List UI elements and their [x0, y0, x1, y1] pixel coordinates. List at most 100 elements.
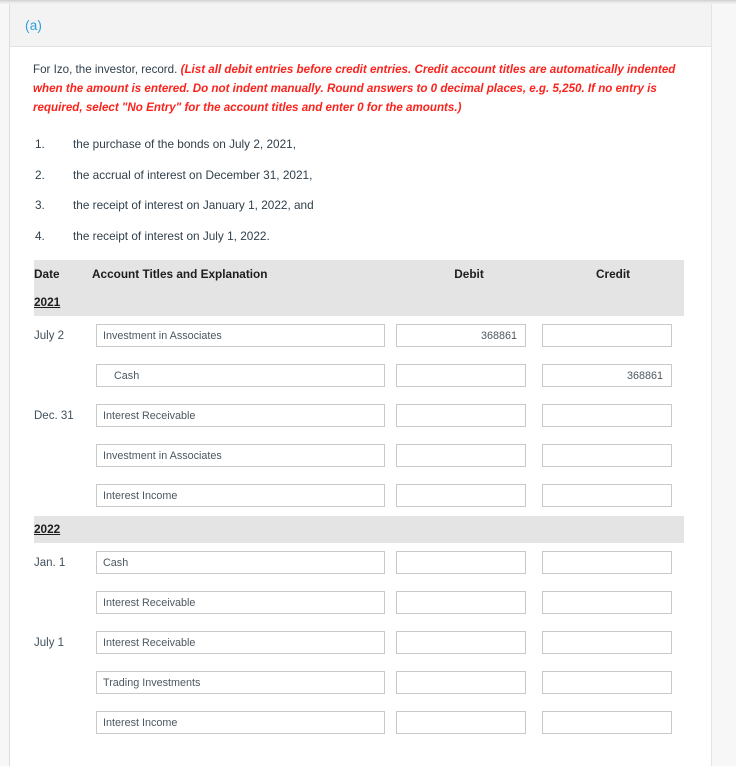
account-title-cell	[92, 396, 396, 436]
debit-amount-input[interactable]	[396, 711, 526, 735]
credit-amount-input[interactable]	[542, 551, 672, 575]
debit-amount-input[interactable]	[396, 591, 526, 615]
journal-header-row: Date Account Titles and Explanation Debi…	[34, 259, 684, 289]
column-header-debit: Debit	[396, 259, 542, 289]
requirement-item: 4. the receipt of interest on July 1, 202…	[10, 229, 711, 243]
requirement-text: the purchase of the bonds on July 2, 202…	[73, 137, 296, 152]
account-title-input[interactable]	[96, 591, 385, 615]
requirements-list: 1. the purchase of the bonds on July 2, 2…	[10, 137, 711, 243]
journal-entry-row	[34, 476, 684, 516]
column-header-account: Account Titles and Explanation	[92, 259, 396, 289]
debit-amount-input[interactable]	[396, 404, 526, 428]
account-title-cell	[92, 356, 396, 396]
journal-entry-row: Jan. 1	[34, 543, 684, 583]
year-row-2021: 2021	[34, 288, 684, 316]
account-title-input[interactable]	[96, 631, 385, 655]
year-row-spacer	[396, 288, 542, 316]
entry-date	[34, 476, 92, 516]
credit-amount-cell	[542, 543, 684, 583]
year-row-spacer	[92, 515, 396, 543]
year-row-spacer	[396, 515, 542, 543]
journal-entry-row	[34, 356, 684, 396]
credit-amount-cell	[542, 476, 684, 516]
credit-amount-cell	[542, 623, 684, 663]
debit-amount-cell	[396, 623, 542, 663]
instructions-block: For Izo, the investor, record. (List all…	[10, 47, 711, 117]
debit-amount-cell	[396, 663, 542, 703]
journal-entry-row	[34, 436, 684, 476]
debit-amount-cell	[396, 703, 542, 743]
requirement-item: 1. the purchase of the bonds on July 2, 2…	[10, 137, 711, 151]
account-title-cell	[92, 583, 396, 623]
credit-amount-cell	[542, 663, 684, 703]
entry-date: Jan. 1	[34, 556, 66, 569]
requirement-number: 3.	[35, 198, 45, 213]
credit-amount-input[interactable]	[542, 364, 672, 388]
journal-entry-row: July 2	[34, 316, 684, 356]
account-title-input[interactable]	[96, 671, 385, 695]
debit-amount-cell	[396, 476, 542, 516]
year-row-spacer	[542, 288, 684, 316]
column-header-date: Date	[34, 259, 92, 289]
debit-amount-cell	[396, 316, 542, 356]
debit-amount-input[interactable]	[396, 444, 526, 468]
journal-entry-table: Date Account Titles and Explanation Debi…	[34, 259, 684, 743]
account-title-input[interactable]	[96, 364, 385, 388]
year-row-2022-label: 2022	[34, 515, 92, 543]
debit-amount-input[interactable]	[396, 324, 526, 348]
credit-amount-input[interactable]	[542, 671, 672, 695]
credit-amount-cell	[542, 436, 684, 476]
account-title-cell	[92, 623, 396, 663]
credit-amount-input[interactable]	[542, 484, 672, 508]
account-title-input[interactable]	[96, 404, 385, 428]
debit-amount-cell	[396, 356, 542, 396]
debit-amount-input[interactable]	[396, 364, 526, 388]
debit-amount-input[interactable]	[396, 631, 526, 655]
entry-date	[34, 663, 92, 703]
part-label[interactable]: (a)	[25, 18, 42, 33]
requirement-item: 2. the accrual of interest on December 31…	[10, 168, 711, 182]
account-title-input[interactable]	[96, 444, 385, 468]
journal-entry-row	[34, 583, 684, 623]
credit-amount-input[interactable]	[542, 631, 672, 655]
entry-date	[34, 436, 92, 476]
credit-amount-input[interactable]	[542, 444, 672, 468]
requirement-number: 4.	[35, 228, 45, 243]
credit-amount-input[interactable]	[542, 404, 672, 428]
entry-date	[34, 583, 92, 623]
account-title-cell	[92, 476, 396, 516]
journal-entry-row: July 1	[34, 623, 684, 663]
debit-amount-input[interactable]	[396, 671, 526, 695]
account-title-input[interactable]	[96, 484, 385, 508]
entry-date: Dec. 31	[34, 409, 74, 422]
debit-amount-cell	[396, 583, 542, 623]
question-card: (a) For Izo, the investor, record. (List…	[9, 4, 712, 766]
requirement-text: the accrual of interest on December 31, …	[73, 167, 313, 182]
account-title-input[interactable]	[96, 551, 385, 575]
entry-date: July 2	[34, 329, 65, 342]
requirement-number: 2.	[35, 167, 45, 182]
credit-amount-input[interactable]	[542, 711, 672, 735]
account-title-cell	[92, 316, 396, 356]
debit-amount-cell	[396, 436, 542, 476]
account-title-input[interactable]	[96, 324, 385, 348]
entry-date	[34, 703, 92, 743]
account-title-input[interactable]	[96, 711, 385, 735]
year-row-spacer	[92, 288, 396, 316]
debit-amount-cell	[396, 543, 542, 583]
credit-amount-input[interactable]	[542, 591, 672, 615]
credit-amount-input[interactable]	[542, 324, 672, 348]
entry-date: July 1	[34, 636, 65, 649]
year-row-spacer	[542, 515, 684, 543]
debit-amount-input[interactable]	[396, 551, 526, 575]
account-title-cell	[92, 436, 396, 476]
credit-amount-cell	[542, 316, 684, 356]
requirement-item: 3. the receipt of interest on January 1, …	[10, 198, 711, 212]
year-label-2021: 2021	[34, 288, 92, 316]
credit-amount-cell	[542, 583, 684, 623]
requirement-text: the receipt of interest on January 1, 20…	[73, 198, 314, 213]
credit-amount-cell	[542, 396, 684, 436]
debit-amount-input[interactable]	[396, 484, 526, 508]
entry-date	[34, 356, 92, 396]
debit-amount-cell	[396, 396, 542, 436]
